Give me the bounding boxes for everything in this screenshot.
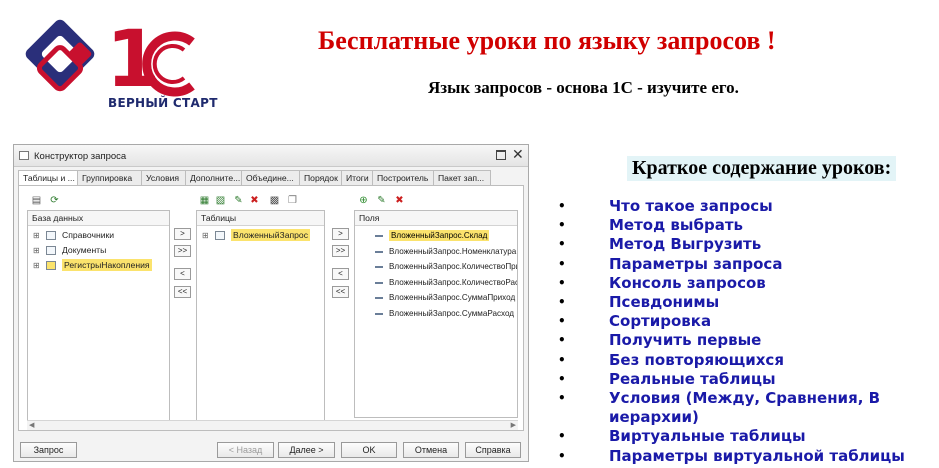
toc-title: Краткое содержание уроков:: [627, 156, 897, 181]
move-all-left-button[interactable]: <<: [174, 286, 191, 298]
tab-grouping[interactable]: Группировка: [77, 170, 142, 185]
svg-text:1: 1: [106, 15, 160, 105]
tab-totals[interactable]: Итоги: [341, 170, 373, 185]
field-move-right-button[interactable]: >: [332, 228, 349, 240]
tab-unions[interactable]: Объедине...: [241, 170, 300, 185]
fields-header: Поля: [355, 211, 517, 226]
expand-icon[interactable]: ⊞: [33, 243, 40, 258]
scroll-left-icon[interactable]: ◀: [29, 421, 34, 430]
logo-text: ВЕРНЫЙ СТАРТ: [108, 96, 218, 110]
help-button[interactable]: Справка: [465, 442, 521, 458]
lesson-list: Что такое запросы Метод выбрать Метод Вы…: [558, 197, 938, 466]
field-item[interactable]: ВложенныйЗапрос.СуммаРасход: [355, 306, 517, 322]
move-all-right-button[interactable]: >>: [174, 245, 191, 257]
replace-table-icon[interactable]: ▩: [269, 195, 280, 206]
lesson-link[interactable]: Реальные таблицы: [558, 370, 938, 389]
page-title: Бесплатные уроки по языку запросов !: [318, 26, 776, 55]
tables-pane: Таблицы ⊞ ВложенныйЗапрос: [196, 210, 325, 426]
lesson-link[interactable]: Псевдонимы: [558, 293, 938, 312]
tab-batch[interactable]: Пакет зап...: [433, 170, 491, 185]
field-icon: [375, 250, 383, 253]
lesson-link[interactable]: Без повторяющихся: [558, 351, 938, 370]
lesson-link[interactable]: Параметры запроса: [558, 255, 938, 274]
query-button[interactable]: Запрос: [20, 442, 77, 458]
horizontal-scrollbar[interactable]: ◀ ▶: [27, 420, 518, 430]
refresh-icon[interactable]: ⟳: [49, 195, 60, 206]
edit-field-icon[interactable]: ✎: [376, 195, 387, 206]
copy-icon[interactable]: ❐: [287, 195, 298, 206]
lesson-link[interactable]: Сортировка: [558, 312, 938, 331]
field-move-all-right-button[interactable]: >>: [332, 245, 349, 257]
table-icon: [46, 231, 56, 240]
tab-order[interactable]: Порядок: [299, 170, 342, 185]
tree-item-catalogs[interactable]: ⊞ Справочники: [28, 228, 169, 243]
tab-bar: Таблицы и ... Группировка Условия Дополн…: [18, 170, 491, 186]
move-right-button[interactable]: >: [174, 228, 191, 240]
edit-icon[interactable]: ✎: [233, 195, 244, 206]
expand-icon[interactable]: ⊞: [33, 228, 40, 243]
lesson-link[interactable]: Виртуальные таблицы: [558, 427, 938, 446]
field-move-all-left-button[interactable]: <<: [332, 286, 349, 298]
field-item[interactable]: ВложенныйЗапрос.СуммаПриход: [355, 290, 517, 306]
database-header: База данных: [28, 211, 169, 226]
cancel-button[interactable]: Отмена: [403, 442, 459, 458]
query-builder-window: Конструктор запроса ✕ Таблицы и ... Груп…: [13, 144, 529, 462]
field-item[interactable]: ВложенныйЗапрос.Склад: [355, 228, 517, 244]
lesson-link[interactable]: Получить первые: [558, 331, 938, 350]
window-titlebar: Конструктор запроса ✕: [14, 145, 528, 167]
close-icon[interactable]: ✕: [512, 146, 524, 162]
lesson-link[interactable]: Условия (Между, Сравнения, В иерархии): [558, 389, 938, 427]
document-icon: [46, 246, 56, 255]
table-icon: [215, 231, 225, 240]
field-move-left-button[interactable]: <: [332, 268, 349, 280]
tab-additional[interactable]: Дополните...: [185, 170, 242, 185]
page-subtitle: Язык запросов - основа 1С - изучите его.: [428, 78, 739, 97]
tree-item-subquery[interactable]: ⊞ ВложенныйЗапрос: [197, 228, 324, 243]
delete-icon[interactable]: ✖: [249, 195, 260, 206]
register-icon: [46, 261, 56, 270]
field-icon: [375, 312, 383, 315]
tab-conditions[interactable]: Условия: [141, 170, 186, 185]
tree-item-documents[interactable]: ⊞ Документы: [28, 243, 169, 258]
lesson-link[interactable]: Метод Выгрузить: [558, 235, 938, 254]
tables-header: Таблицы: [197, 211, 324, 226]
field-icon: [375, 281, 383, 284]
maximize-icon[interactable]: [496, 150, 506, 160]
tab-panel: ▤ ⟳ База данных ⊞ Справочники ⊞ Документы …: [18, 185, 524, 431]
lesson-link[interactable]: Консоль запросов: [558, 274, 938, 293]
move-left-button[interactable]: <: [174, 268, 191, 280]
field-icon: [375, 266, 383, 269]
tab-tables[interactable]: Таблицы и ...: [18, 170, 78, 186]
fields-pane: Поля ВложенныйЗапрос.Склад ВложенныйЗапр…: [354, 210, 518, 418]
add-icon[interactable]: ⊕: [358, 195, 369, 206]
expand-icon[interactable]: ⊞: [33, 258, 40, 273]
lesson-link[interactable]: Что такое запросы: [558, 197, 938, 216]
lesson-link[interactable]: Параметры виртуальной таблицы: [558, 447, 938, 466]
field-icon: [375, 235, 383, 237]
delete-field-icon[interactable]: ✖: [394, 195, 405, 206]
field-item[interactable]: ВложенныйЗапрос.КоличествоПриход: [355, 259, 517, 275]
add-table-icon[interactable]: ▦: [199, 195, 210, 206]
back-button[interactable]: < Назад: [217, 442, 274, 458]
field-item[interactable]: ВложенныйЗапрос.Номенклатура: [355, 244, 517, 260]
ok-button[interactable]: OK: [341, 442, 397, 458]
tab-builder[interactable]: Построитель: [372, 170, 434, 185]
expand-icon[interactable]: ⊞: [202, 228, 209, 243]
database-pane: База данных ⊞ Справочники ⊞ Документы ⊞ Рег…: [27, 210, 170, 426]
lesson-link[interactable]: Метод выбрать: [558, 216, 938, 235]
field-icon: [375, 297, 383, 300]
add-subquery-icon[interactable]: ▧: [215, 195, 226, 206]
window-icon: [19, 151, 29, 160]
tree-item-registers[interactable]: ⊞ РегистрыНакопления: [28, 258, 169, 273]
field-item[interactable]: ВложенныйЗапрос.КоличествоРасход: [355, 275, 517, 291]
next-button[interactable]: Далее >: [278, 442, 335, 458]
scroll-right-icon[interactable]: ▶: [511, 421, 516, 430]
window-title: Конструктор запроса: [34, 151, 127, 162]
view-list-icon[interactable]: ▤: [31, 195, 42, 206]
